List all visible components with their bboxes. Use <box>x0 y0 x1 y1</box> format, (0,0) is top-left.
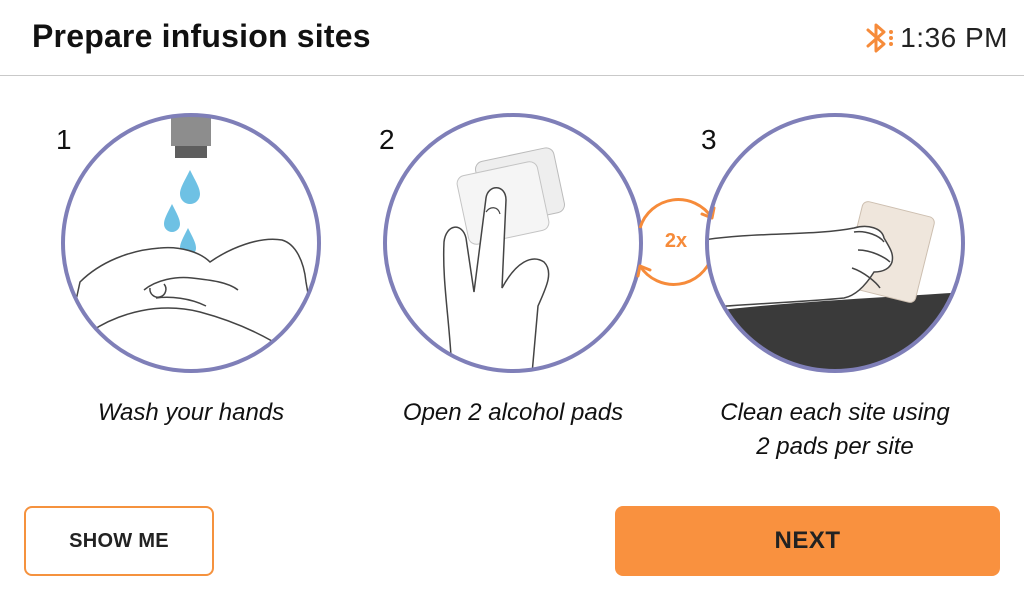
step-3-caption-line-1: Clean each site using <box>720 399 950 426</box>
next-button[interactable]: NEXT <box>615 506 1000 576</box>
page-title: Prepare infusion sites <box>32 18 371 54</box>
step-3-caption-line-2: 2 pads per site <box>756 433 914 460</box>
header-bar: Prepare infusion sites 1:36 PM <box>0 0 1024 76</box>
cleaning-site-icon <box>705 113 965 373</box>
step-1-caption: Wash your hands <box>97 399 285 426</box>
washing-hands-icon <box>61 113 321 373</box>
alcohol-pads-icon <box>383 113 643 373</box>
step-3-caption: Clean each site using 2 pads per site <box>685 396 985 464</box>
bluetooth-icon <box>866 23 894 53</box>
show-me-button[interactable]: SHOW ME <box>24 506 214 576</box>
step-2-illustration <box>382 112 644 374</box>
status-area: 1:36 PM <box>862 20 1008 56</box>
step-1-illustration <box>60 112 322 374</box>
clock: 1:36 PM <box>900 22 1008 53</box>
step-2-caption: Open 2 alcohol pads <box>402 399 624 426</box>
step-3-illustration <box>704 112 966 374</box>
